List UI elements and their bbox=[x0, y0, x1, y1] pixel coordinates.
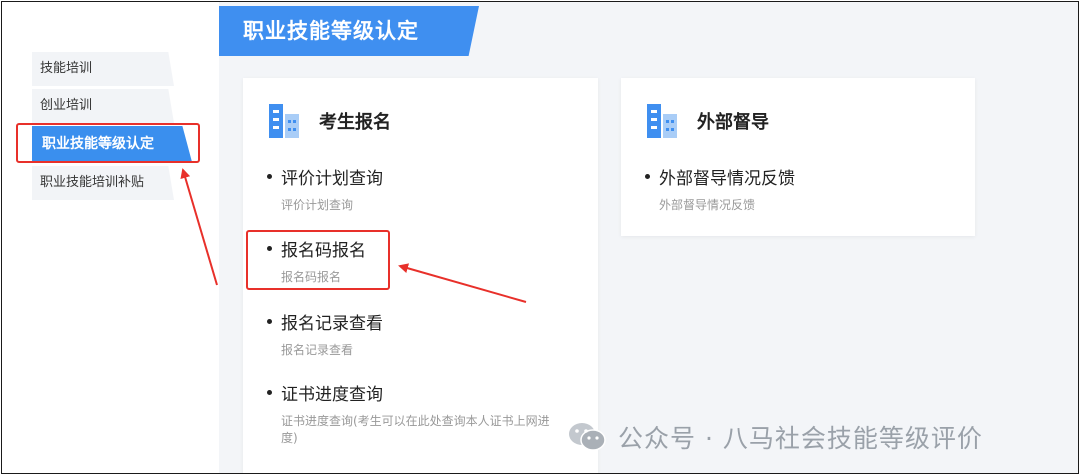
building-icon bbox=[269, 104, 299, 138]
entry-title-row: 报名码报名 bbox=[267, 236, 567, 261]
entry-title-row: 评价计划查询 bbox=[267, 164, 567, 189]
page-title: 职业技能等级认定 bbox=[219, 6, 479, 56]
entry-registration-record-view[interactable]: 报名记录查看 报名记录查看 bbox=[267, 309, 567, 359]
wechat-icon bbox=[569, 423, 606, 451]
entry-description: 报名记录查看 bbox=[281, 343, 354, 357]
sidebar-item-label: 创业培训 bbox=[40, 98, 93, 113]
entry-external-supervision-feedback[interactable]: 外部督导情况反馈 外部督导情况反馈 bbox=[645, 164, 945, 214]
card-external-supervision: 外部督导 外部督导情况反馈 外部督导情况反馈 bbox=[621, 78, 975, 236]
main-content: 职业技能等级认定 考生报名 评价计划查询 评价计划查询 报名码报名 报名码报名 … bbox=[219, 2, 1078, 473]
entry-description: 报名码报名 bbox=[281, 270, 342, 284]
entry-title-row: 报名记录查看 bbox=[267, 309, 567, 334]
entry-description: 评价计划查询 bbox=[281, 198, 354, 212]
watermark-text: 公众号 · 八马社会技能等级评价 bbox=[618, 424, 983, 453]
entry-evaluation-plan-query[interactable]: 评价计划查询 评价计划查询 bbox=[267, 164, 567, 214]
sidebar-item-label: 职业技能等级认定 bbox=[42, 136, 154, 152]
card-title: 外部督导 bbox=[697, 112, 769, 133]
sidebar-item-label: 职业技能培训补贴 bbox=[40, 175, 145, 190]
card-header: 外部督导 bbox=[647, 104, 769, 138]
bullet-icon bbox=[267, 246, 272, 251]
entry-title: 报名记录查看 bbox=[281, 314, 383, 334]
entry-title-row: 外部督导情况反馈 bbox=[645, 164, 945, 189]
watermark: 公众号 · 八马社会技能等级评价 bbox=[568, 419, 983, 455]
card-title: 考生报名 bbox=[319, 112, 391, 133]
entry-description: 证书进度查询(考生可以在此处查询本人证书上网进度) bbox=[281, 414, 550, 445]
sidebar: 技能培训 创业培训 职业技能等级认定 职业技能培训补贴 bbox=[2, 2, 217, 473]
bullet-icon bbox=[267, 174, 272, 179]
building-icon bbox=[647, 104, 677, 138]
sidebar-item-startup-training[interactable]: 创业培训 bbox=[32, 89, 174, 123]
card-header: 考生报名 bbox=[269, 104, 391, 138]
sidebar-item-skill-training[interactable]: 技能培训 bbox=[32, 52, 174, 86]
entry-title: 报名码报名 bbox=[281, 241, 366, 261]
entry-registration-code-signup[interactable]: 报名码报名 报名码报名 bbox=[267, 236, 567, 286]
sidebar-item-training-subsidy[interactable]: 职业技能培训补贴 bbox=[32, 166, 174, 200]
bullet-icon bbox=[267, 319, 272, 324]
entry-title: 证书进度查询 bbox=[281, 385, 383, 405]
entry-certificate-progress-query[interactable]: 证书进度查询 证书进度查询(考生可以在此处查询本人证书上网进度) bbox=[267, 380, 563, 447]
bullet-icon bbox=[645, 174, 650, 179]
screenshot-frame: 技能培训 创业培训 职业技能等级认定 职业技能培训补贴 职业技能等级认定 考生报… bbox=[1, 1, 1079, 474]
sidebar-item-label: 技能培训 bbox=[40, 61, 93, 76]
entry-title: 评价计划查询 bbox=[281, 169, 383, 189]
sidebar-item-skill-level-certification[interactable]: 职业技能等级认定 bbox=[32, 126, 192, 162]
entry-description: 外部督导情况反馈 bbox=[659, 198, 756, 212]
card-candidate-registration: 考生报名 评价计划查询 评价计划查询 报名码报名 报名码报名 报名记录查看 报名… bbox=[243, 78, 598, 473]
bullet-icon bbox=[267, 390, 272, 395]
entry-title-row: 证书进度查询 bbox=[267, 380, 563, 405]
entry-title: 外部督导情况反馈 bbox=[659, 169, 795, 189]
